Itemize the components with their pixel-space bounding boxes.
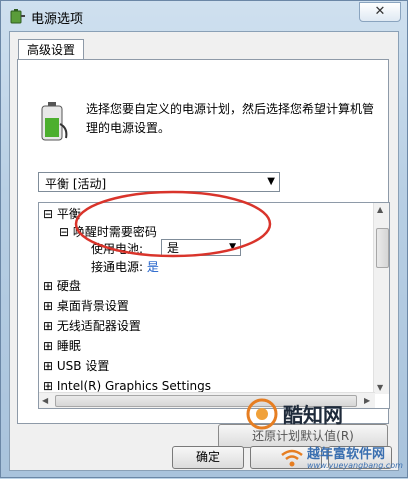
tree-item-usb-settings[interactable]: ⊞ USB 设置	[43, 357, 109, 375]
watermark-url: www.yueyangbang.com	[307, 461, 403, 470]
power-plan-value: 平衡 [活动]	[45, 177, 107, 191]
tree-item-on-battery: 使用电池:	[91, 240, 143, 258]
window-title: 电源选项	[31, 12, 84, 27]
battery-plug-icon	[41, 102, 68, 141]
description-text: 选择您要自定义的电源计划，然后选择您希望计算机管理的电源设置。	[86, 102, 375, 135]
scroll-left-icon[interactable]: ◀	[42, 396, 48, 405]
expand-icon[interactable]: ⊞	[43, 379, 53, 393]
title-bar: 电源选项 ✕	[1, 1, 407, 31]
plugged-in-value-link[interactable]: 是	[147, 260, 159, 274]
tab-advanced-settings[interactable]: 高级设置	[18, 39, 85, 60]
expand-icon[interactable]: ⊞	[43, 319, 53, 333]
expand-icon[interactable]: ⊞	[43, 279, 53, 293]
tree-item-label: 睡眠	[56, 339, 81, 353]
chevron-down-icon: ▼	[267, 176, 275, 187]
chevron-down-icon: ▼	[229, 242, 236, 252]
tab-panel: 选择您要自定义的电源计划，然后选择您希望计算机管理的电源设置。 平衡 [活动] …	[17, 59, 390, 448]
watermark-globe-icon	[246, 398, 278, 430]
on-battery-label: 使用电池:	[91, 242, 144, 256]
watermark-brand-1: 酷知网	[283, 403, 343, 427]
settings-tree[interactable]: ⊟ 平衡 ⊟ 唤醒时需要密码 使用电池: 是 ▼ 接通电源: 是 ⊞ 硬盘 ⊞ …	[38, 202, 390, 409]
watermark-brand-2: 越年富软件网	[307, 447, 386, 462]
vertical-scrollbar[interactable]: ▲ ▼	[373, 203, 389, 394]
watermark-logo-1: 酷知网	[241, 395, 391, 435]
expand-icon[interactable]: ⊞	[43, 299, 53, 313]
expand-icon[interactable]: ⊞	[43, 339, 53, 353]
tree-item-label: 桌面背景设置	[56, 299, 129, 313]
on-battery-select[interactable]: 是 ▼	[161, 239, 241, 256]
tree-item-balanced[interactable]: ⊟ 平衡	[43, 205, 81, 223]
ok-button[interactable]: 确定	[172, 446, 244, 469]
tree-item-hard-disk[interactable]: ⊞ 硬盘	[43, 277, 81, 295]
tree-item-wake-password[interactable]: ⊟ 唤醒时需要密码	[59, 223, 157, 241]
scroll-up-icon[interactable]: ▲	[377, 205, 383, 214]
tree-item-label: USB 设置	[56, 359, 110, 373]
collapse-icon[interactable]: ⊟	[43, 207, 53, 221]
tree-item-label: 平衡	[56, 207, 81, 221]
tree-item-desktop-background[interactable]: ⊞ 桌面背景设置	[43, 297, 129, 315]
scroll-down-icon[interactable]: ▼	[377, 383, 383, 392]
power-options-icon	[10, 9, 25, 24]
tree-item-plugged-in: 接通电源: 是	[91, 258, 159, 276]
watermark-logo-2: 越年富软件网 www.yueyangbang.com	[277, 441, 407, 479]
power-plan-select[interactable]: 平衡 [活动] ▼	[38, 172, 280, 192]
collapse-icon[interactable]: ⊟	[59, 225, 69, 239]
close-button[interactable]: ✕	[359, 2, 401, 22]
expand-icon[interactable]: ⊞	[43, 359, 53, 373]
close-icon: ✕	[374, 4, 386, 19]
tree-item-label: 硬盘	[56, 279, 81, 293]
tree-item-sleep[interactable]: ⊞ 睡眠	[43, 337, 81, 355]
watermark-wifi-icon	[281, 449, 303, 467]
tree-item-label: Intel(R) Graphics Settings	[56, 379, 211, 393]
power-options-window: 电源选项 ✕ 高级设置 选择您要自定义的电源计划，然后选择您希望计算机管理的电源…	[0, 0, 408, 478]
tree-item-label: 唤醒时需要密码	[72, 225, 157, 239]
tree-item-wireless-adapter[interactable]: ⊞ 无线适配器设置	[43, 317, 141, 335]
plugged-in-label: 接通电源:	[91, 260, 144, 274]
vertical-scroll-thumb[interactable]	[376, 228, 389, 268]
on-battery-value: 是	[167, 241, 180, 255]
tree-item-label: 无线适配器设置	[56, 319, 141, 333]
